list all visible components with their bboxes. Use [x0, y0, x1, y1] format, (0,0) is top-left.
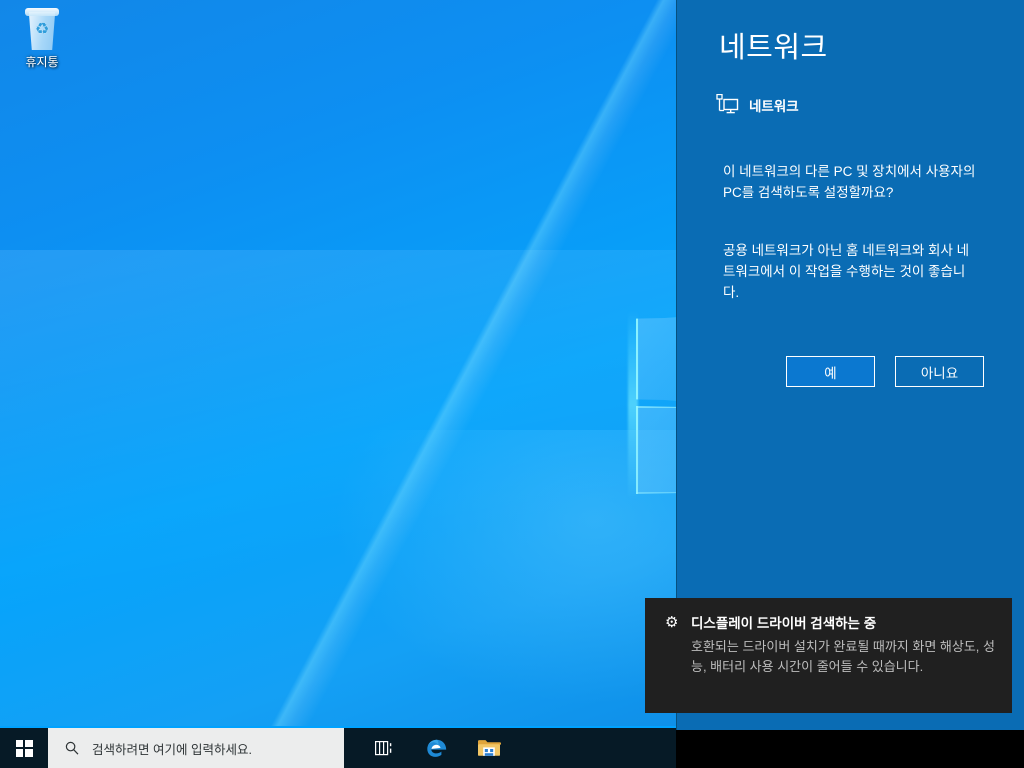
search-placeholder-text: 검색하려면 여기에 입력하세요.	[92, 742, 252, 757]
gear-icon: ⚙	[665, 614, 679, 631]
task-view-icon	[375, 740, 392, 755]
toast-notification[interactable]: ⚙ 디스플레이 드라이버 검색하는 중 호환되는 드라이버 설치가 완료될 때까…	[645, 598, 1012, 713]
search-input[interactable]: 검색하려면 여기에 입력하세요.	[48, 728, 344, 768]
recycle-bin-icon: ♻	[22, 8, 62, 52]
toast-title: 디스플레이 드라이버 검색하는 중	[691, 616, 877, 631]
network-icon	[716, 94, 739, 114]
flyout-subheading: 네트워크	[715, 94, 799, 116]
start-button[interactable]	[0, 728, 48, 768]
task-view-button[interactable]	[362, 728, 408, 768]
toast-content: 디스플레이 드라이버 검색하는 중 호환되는 드라이버 설치가 완료될 때까지 …	[687, 614, 998, 713]
windows-logo-icon	[15, 739, 33, 757]
edge-button[interactable]	[414, 728, 460, 768]
taskbar-accent-line	[0, 726, 676, 728]
search-icon	[65, 741, 79, 755]
desktop-icon-recycle-bin[interactable]: ♻ 휴지통	[10, 6, 74, 69]
yes-button[interactable]: 예	[786, 356, 875, 387]
recycle-symbol-icon: ♻	[34, 21, 50, 38]
desktop-screen: ♻ 휴지통 네트워크 네트워크 이 네트워크의 다른 PC 및 장치에서 사용자…	[0, 0, 1024, 768]
edge-icon	[427, 739, 447, 757]
no-button[interactable]: 아니요	[895, 356, 984, 387]
flyout-advice-text: 공용 네트워크가 아닌 홈 네트워크와 회사 네트워크에서 이 작업을 수행하는…	[723, 243, 970, 300]
flyout-question-text: 이 네트워크의 다른 PC 및 장치에서 사용자의 PC를 검색하도록 설정할까…	[723, 164, 976, 200]
flyout-button-row: 예 아니요	[677, 356, 1024, 387]
taskbar: 검색하려면 여기에 입력하세요.	[0, 726, 676, 768]
flyout-title: 네트워크	[719, 32, 828, 64]
recycle-bin-label: 휴지통	[25, 55, 59, 69]
explorer-button[interactable]	[466, 728, 512, 768]
flyout-subheading-label: 네트워크	[749, 99, 799, 114]
file-explorer-icon	[478, 740, 501, 756]
recycle-bin-lid	[25, 8, 59, 16]
toast-body: 호환되는 드라이버 설치가 완료될 때까지 화면 해상도, 성능, 배터리 사용…	[691, 639, 995, 674]
